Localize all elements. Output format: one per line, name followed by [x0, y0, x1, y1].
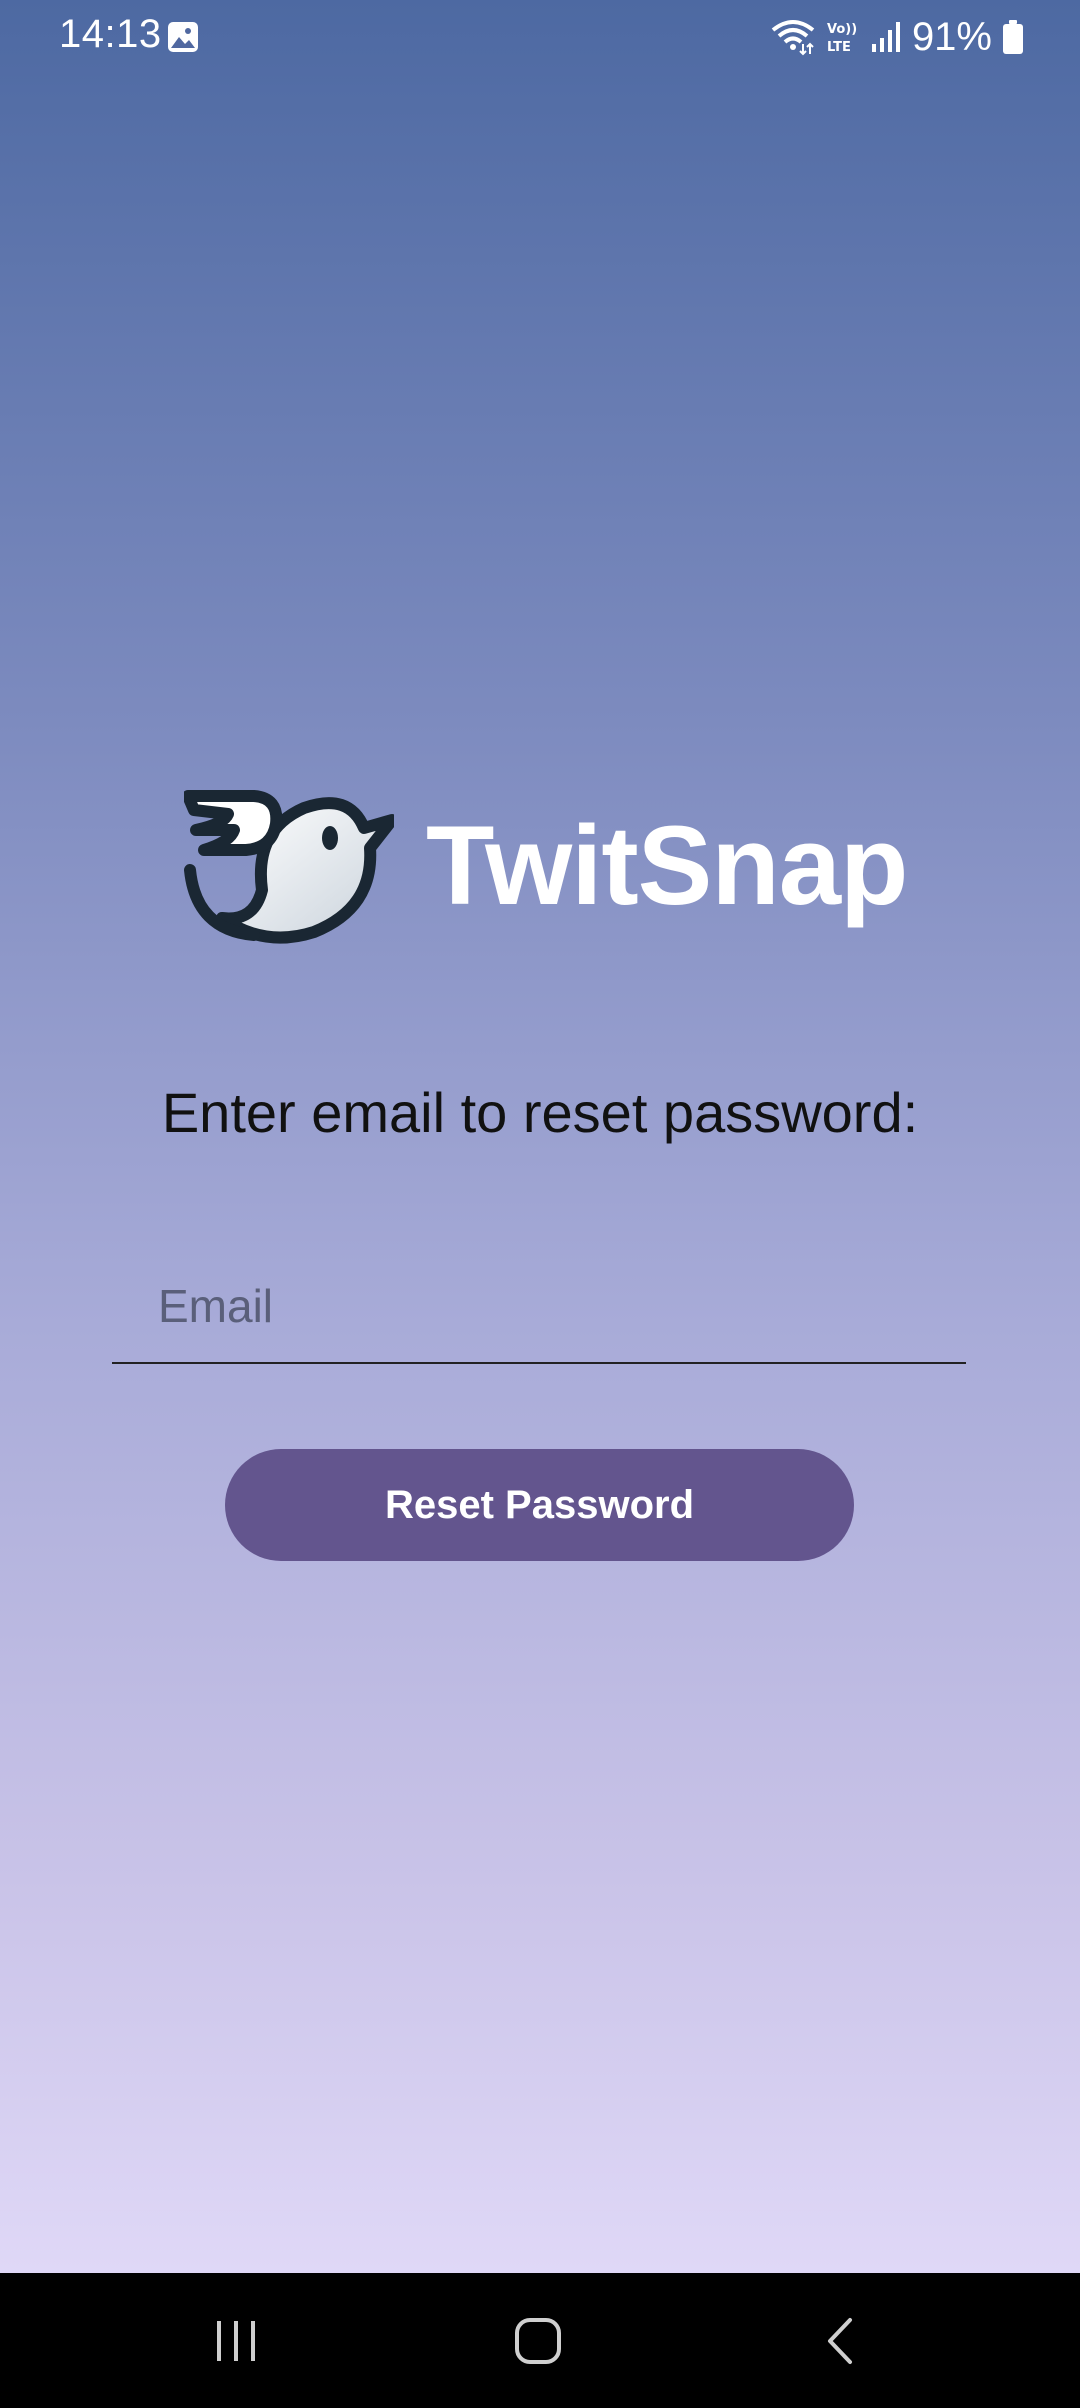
status-time: 14:13: [59, 12, 162, 56]
email-field[interactable]: [156, 1270, 940, 1342]
volte-icon: Vo)) LTE: [827, 22, 857, 55]
bird-logo-icon: [184, 790, 394, 944]
recent-apps-icon: [217, 2321, 255, 2361]
battery-percentage: 91%: [911, 14, 992, 59]
recent-apps-button[interactable]: [196, 2303, 276, 2379]
status-bar: 14:13 Vo)) LTE 91%: [0, 0, 1080, 74]
svg-text:Vo)): Vo)): [827, 22, 857, 37]
home-icon: [515, 2318, 561, 2364]
wifi-icon: [771, 20, 815, 56]
battery-icon: [1003, 20, 1023, 54]
reset-prompt-text: Enter email to reset password:: [161, 1081, 919, 1144]
status-icons: Vo)) LTE 91%: [770, 12, 1024, 62]
system-nav-bar: [0, 2273, 1080, 2408]
reset-password-screen: 14:13 Vo)) LTE 91% TwitSnap Enter email …: [0, 0, 1080, 2408]
home-button[interactable]: [498, 2303, 578, 2379]
reset-password-button[interactable]: Reset Password: [225, 1449, 854, 1561]
back-icon: [828, 2318, 852, 2364]
svg-text:LTE: LTE: [827, 40, 851, 55]
signal-icon: [871, 22, 900, 52]
app-title: TwitSnap: [426, 803, 908, 928]
gallery-icon: [168, 22, 198, 52]
back-button[interactable]: [800, 2303, 880, 2379]
app-logo-row: TwitSnap: [184, 790, 908, 950]
email-field-container: [112, 1240, 966, 1364]
